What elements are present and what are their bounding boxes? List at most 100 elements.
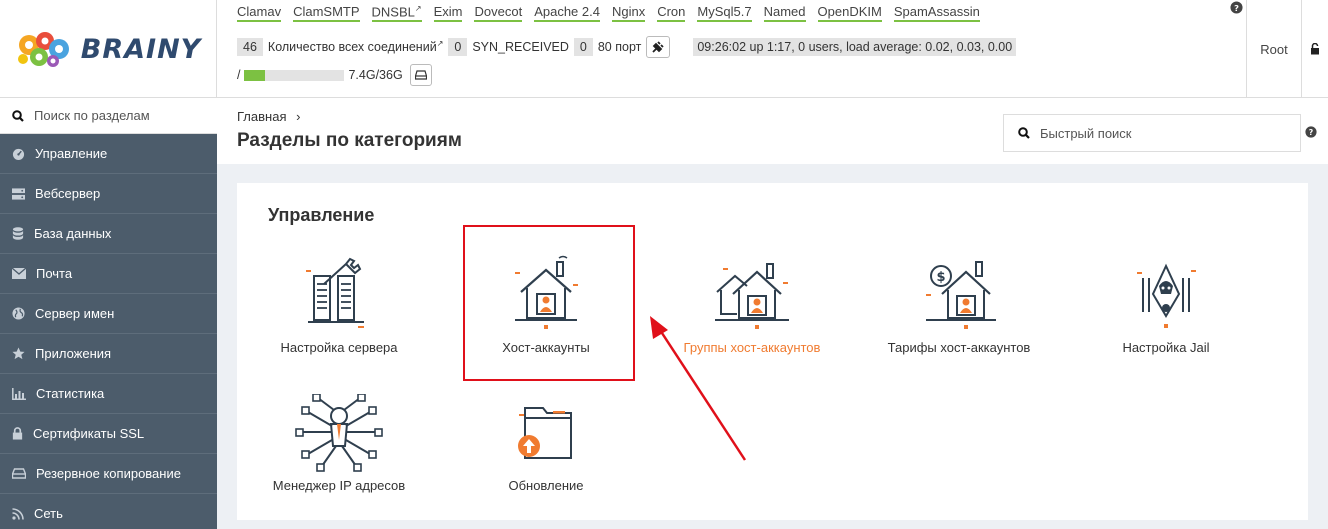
help-icon[interactable]: ? — [1230, 1, 1243, 14]
host-tariff-icon: $ — [926, 261, 996, 329]
service-spamassassin[interactable]: SpamAssassin — [893, 4, 980, 23]
ip-manager-icon — [295, 394, 383, 472]
tile-jail-settings[interactable]: Настройка Jail — [1076, 254, 1256, 355]
sidebar-item-statistics[interactable]: Статистика — [0, 374, 217, 414]
svg-text:?: ? — [1234, 3, 1239, 13]
top-header: BRAINY Clamav ClamSMTP DNSBL↗ Exim Dovec… — [0, 0, 1328, 98]
plug-icon — [652, 41, 664, 53]
service-mysql[interactable]: MySql5.7 — [697, 4, 752, 23]
sidebar-item-ssl[interactable]: Сертификаты SSL — [0, 414, 217, 454]
tile-label: Менеджер IP адресов — [272, 478, 406, 493]
tile-server-settings[interactable]: Настройка сервера — [249, 254, 429, 355]
connections-label-text: Количество всех соединений — [267, 40, 437, 55]
sidebar-item-label: База данных — [34, 226, 112, 241]
sidebar-item-nameserver[interactable]: Сервер имен — [0, 294, 217, 334]
disk-progress-fill — [244, 69, 266, 81]
sidebar-item-label: Сеть — [34, 506, 63, 521]
star-icon — [12, 347, 25, 360]
service-nginx[interactable]: Nginx — [611, 4, 646, 23]
breadcrumb-separator: › — [296, 109, 301, 124]
connections-count: 46 — [237, 38, 263, 56]
host-group-icon — [715, 263, 789, 329]
hdd-icon — [12, 468, 26, 479]
sidebar-item-label: Статистика — [36, 386, 105, 401]
tile-label: Группы хост-аккаунтов — [683, 340, 821, 355]
server-icon — [12, 187, 25, 200]
sidebar-search — [0, 98, 217, 134]
service-dnsbl-label: DNSBL — [371, 4, 415, 20]
sidebar-item-label: Почта — [36, 266, 73, 281]
tile-label: Обновление — [508, 478, 584, 493]
sidebar-item-management[interactable]: Управление — [0, 134, 217, 174]
dashboard-icon — [12, 148, 25, 160]
service-clamav[interactable]: Clamav — [237, 4, 282, 23]
sidebar-item-webserver[interactable]: Вебсервер — [0, 174, 217, 214]
sidebar-item-label: Вебсервер — [35, 186, 101, 201]
breadcrumb: Главная › — [237, 109, 300, 124]
tile-update[interactable]: Обновление — [456, 400, 636, 493]
sidebar-item-label: Сервер имен — [35, 306, 115, 321]
tile-label: Настройка сервера — [280, 340, 398, 355]
tile-host-tariffs[interactable]: $ Тарифы хост-аккаунтов — [869, 254, 1049, 355]
sidebar-item-mail[interactable]: Почта — [0, 254, 217, 294]
connections-label[interactable]: Количество всех соединений↗ — [268, 39, 443, 54]
sidebar-item-label: Управление — [35, 146, 108, 161]
syn-label: SYN_RECEIVED — [472, 40, 569, 54]
sidebar-item-database[interactable]: База данных — [0, 214, 217, 254]
jail-icon — [1137, 263, 1196, 328]
sidebar-item-backup[interactable]: Резервное копирование — [0, 454, 217, 494]
help-icon[interactable]: ? — [1305, 126, 1317, 138]
sidebar-search-input[interactable] — [34, 108, 204, 123]
svg-text:?: ? — [1309, 128, 1313, 137]
annotation-highlight-box — [463, 225, 635, 381]
port-label: 80 порт — [597, 40, 642, 54]
quick-search-input[interactable] — [1040, 125, 1280, 141]
sidebar-item-label: Приложения — [35, 346, 112, 361]
envelope-icon — [12, 268, 26, 279]
unlock-icon — [1311, 43, 1319, 55]
page-title: Разделы по категориям — [237, 130, 462, 151]
service-clamsmtp[interactable]: ClamSMTP — [293, 4, 360, 23]
tile-ip-manager[interactable]: Менеджер IP адресов — [249, 394, 429, 493]
disk-progress-bar — [244, 69, 345, 81]
rss-icon — [12, 507, 24, 520]
service-apache[interactable]: Apache 2.4 — [534, 4, 600, 23]
disk-usage: / 7.4G/36G — [237, 64, 432, 86]
logout-button[interactable] — [1301, 0, 1328, 98]
lock-icon — [12, 427, 23, 440]
sidebar-item-network[interactable]: Сеть — [0, 494, 217, 529]
tile-host-groups[interactable]: Группы хост-аккаунтов — [662, 254, 842, 355]
plug-button[interactable] — [646, 36, 671, 58]
section-title: Управление — [268, 205, 375, 225]
sidebar-item-applications[interactable]: Приложения — [0, 334, 217, 374]
logo-text: BRAINY — [80, 33, 202, 65]
service-cron[interactable]: Cron — [657, 4, 686, 23]
search-icon — [1018, 127, 1030, 139]
sidebar: Управление Вебсервер База данных Почта С… — [0, 98, 217, 529]
service-opendkim[interactable]: OpenDKIM — [817, 4, 882, 23]
gears-logo-icon — [17, 32, 69, 67]
bar-chart-icon — [12, 387, 26, 400]
update-folder-icon — [518, 407, 572, 459]
hdd-icon — [414, 70, 427, 80]
user-name: Root — [1260, 41, 1288, 57]
disk-usage-text: 7.4G/36G — [348, 68, 403, 82]
service-exim[interactable]: Exim — [433, 4, 463, 23]
tile-label: Тарифы хост-аккаунтов — [887, 340, 1031, 355]
service-dovecot[interactable]: Dovecot — [474, 4, 523, 23]
server-settings-icon — [306, 257, 364, 328]
port-count: 0 — [573, 38, 593, 56]
service-dnsbl[interactable]: DNSBL↗ — [371, 4, 422, 23]
brainy-logo[interactable]: BRAINY — [0, 0, 217, 98]
database-icon — [12, 227, 24, 240]
sidebar-item-label: Сертификаты SSL — [33, 426, 145, 441]
hdd-button[interactable] — [409, 64, 432, 86]
sidebar-item-label: Резервное копирование — [36, 466, 181, 481]
user-menu[interactable]: Root — [1246, 0, 1301, 98]
service-named[interactable]: Named — [763, 4, 806, 23]
uptime-text: 09:26:02 up 1:17, 0 users, load average:… — [693, 38, 1017, 56]
external-link-icon: ↗ — [414, 4, 422, 13]
breadcrumb-home[interactable]: Главная — [237, 109, 286, 124]
service-links: Clamav ClamSMTP DNSBL↗ Exim Dovecot Apac… — [237, 4, 980, 23]
disk-mount: / — [237, 68, 241, 82]
